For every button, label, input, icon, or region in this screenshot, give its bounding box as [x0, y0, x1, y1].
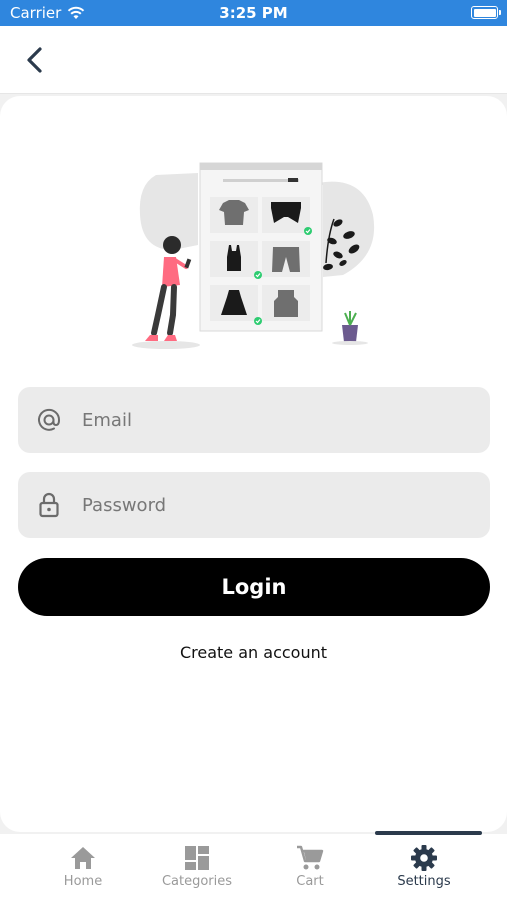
tab-label-cart: Cart [296, 874, 324, 889]
create-account-link[interactable]: Create an account [0, 643, 507, 662]
gear-icon [410, 844, 438, 872]
tab-label-categories: Categories [161, 874, 233, 889]
tab-bar: Home Categories Cart Settings [0, 831, 507, 900]
lock-icon [34, 490, 64, 520]
chevron-left-icon [27, 47, 42, 73]
tab-cart[interactable]: Cart [255, 844, 365, 894]
at-sign-icon [34, 405, 64, 435]
login-button[interactable]: Login [18, 558, 490, 616]
tab-settings[interactable]: Settings [369, 844, 479, 894]
nav-bar [0, 26, 507, 94]
shopping-illustration [132, 162, 375, 349]
back-button[interactable] [20, 44, 50, 76]
email-input[interactable] [82, 387, 472, 453]
active-tab-indicator [375, 831, 482, 835]
grid-icon [183, 844, 211, 872]
email-field[interactable] [18, 387, 490, 453]
tab-home[interactable]: Home [28, 844, 138, 894]
home-icon [69, 844, 97, 872]
status-bar: Carrier 3:25 PM [0, 0, 507, 26]
status-time: 3:25 PM [219, 4, 288, 22]
tab-categories[interactable]: Categories [142, 844, 252, 894]
battery-icon [471, 6, 501, 19]
tab-label-settings: Settings [397, 874, 451, 889]
password-input[interactable] [82, 472, 472, 538]
tab-label-home: Home [63, 874, 103, 889]
cart-icon [296, 844, 324, 872]
password-field[interactable] [18, 472, 490, 538]
